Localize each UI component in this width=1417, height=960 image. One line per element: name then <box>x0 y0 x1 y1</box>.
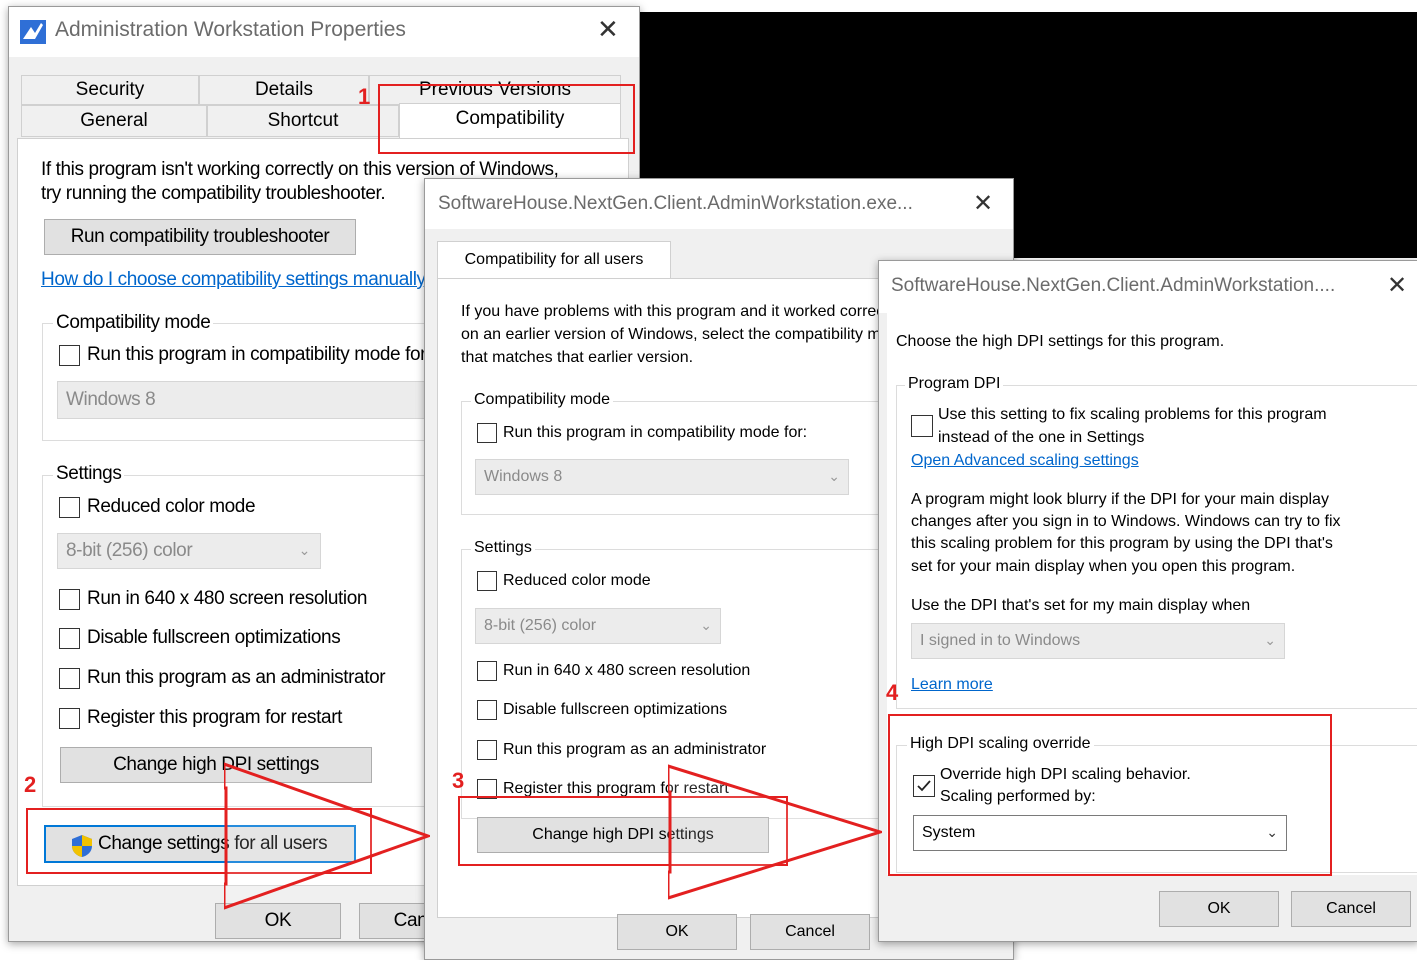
dialog-title: SoftwareHouse.NextGen.Client.AdminWorkst… <box>438 193 913 214</box>
compat-mode-label: Compatibility mode <box>471 391 614 409</box>
use-dpi-label: Use the DPI that's set for my main displ… <box>911 597 1251 614</box>
dialog-title: SoftwareHouse.NextGen.Client.AdminWorkst… <box>891 275 1336 296</box>
register-restart-label: Register this program for restart <box>87 707 342 728</box>
title-bar: SoftwareHouse.NextGen.Client.AdminWorkst… <box>879 261 1417 313</box>
chevron-down-icon: ⌄ <box>1264 633 1276 649</box>
signin-select[interactable]: I signed in to Windows ⌄ <box>911 623 1285 659</box>
color-depth-select[interactable]: 8-bit (256) color ⌄ <box>57 533 321 569</box>
step-number: 3 <box>452 768 465 793</box>
chevron-down-icon: ⌄ <box>828 469 840 485</box>
program-dpi-label: Program DPI <box>905 375 1004 393</box>
program-dpi-checkbox[interactable] <box>911 415 933 437</box>
compat-mode-checkbox-label: Run this program in compatibility mode f… <box>503 424 808 441</box>
tab-compatibility-all-users[interactable]: Compatibility for all users <box>437 241 671 279</box>
tab-general[interactable]: General <box>21 105 207 137</box>
app-icon <box>20 20 46 44</box>
disable-fullscreen-checkbox[interactable] <box>477 700 497 720</box>
compat-mode-checkbox-label: Run this program in compatibility mode f… <box>87 344 431 365</box>
reduced-color-checkbox[interactable] <box>477 571 497 591</box>
arrow-icon <box>224 762 430 910</box>
title-bar: SoftwareHouse.NextGen.Client.AdminWorkst… <box>425 179 1013 229</box>
run-640-label: Run in 640 x 480 screen resolution <box>87 588 368 609</box>
reduced-color-label: Reduced color mode <box>503 572 651 589</box>
arrow-icon <box>668 764 882 900</box>
close-icon[interactable]: ✕ <box>1387 271 1407 299</box>
intro-text: If you have problems with this program a… <box>461 303 901 320</box>
intro-text: that matches that earlier version. <box>461 349 694 366</box>
run-640-checkbox[interactable] <box>477 661 497 681</box>
close-icon[interactable]: ✕ <box>973 189 993 217</box>
run-admin-label: Run this program as an administrator <box>87 667 386 688</box>
chevron-down-icon: ⌄ <box>298 543 311 559</box>
run-troubleshooter-button[interactable]: Run compatibility troubleshooter <box>44 219 356 255</box>
register-restart-checkbox[interactable] <box>59 708 80 729</box>
blurry-text: this scaling problem for this program by… <box>911 535 1333 552</box>
tab-details[interactable]: Details <box>199 75 369 105</box>
intro-text: try running the compatibility troublesho… <box>41 183 386 204</box>
settings-label: Settings <box>471 539 535 557</box>
reduced-color-checkbox[interactable] <box>59 497 80 518</box>
open-scaling-settings-link[interactable]: Open Advanced scaling settings <box>911 452 1139 470</box>
step-number: 4 <box>886 680 899 705</box>
step-number: 1 <box>358 84 371 109</box>
reduced-color-label: Reduced color mode <box>87 496 256 517</box>
run-admin-checkbox[interactable] <box>59 668 80 689</box>
run-640-label: Run in 640 x 480 screen resolution <box>503 662 751 679</box>
blurry-text: changes after you sign in to Windows. Wi… <box>911 513 1341 530</box>
disable-fullscreen-label: Disable fullscreen optimizations <box>87 627 341 648</box>
compat-mode-checkbox[interactable] <box>59 345 80 366</box>
compat-mode-label: Compatibility mode <box>53 312 214 334</box>
program-dpi-checkbox-label: Use this setting to fix scaling problems… <box>938 406 1327 423</box>
step-number: 2 <box>24 772 37 797</box>
program-dpi-checkbox-label: instead of the one in Settings <box>938 429 1145 446</box>
color-depth-select[interactable]: 8-bit (256) color ⌄ <box>475 608 721 644</box>
blurry-text: A program might look blurry if the DPI f… <box>911 491 1329 508</box>
highlight-dpi-override <box>888 714 1332 876</box>
compat-os-select[interactable]: Windows 8 ⌄ <box>475 459 849 495</box>
how-to-choose-link[interactable]: How do I choose compatibility settings m… <box>41 269 436 291</box>
disable-fullscreen-checkbox[interactable] <box>59 628 80 649</box>
dpi-heading: Choose the high DPI settings for this pr… <box>896 333 1225 350</box>
intro-text: on an earlier version of Windows, select… <box>461 326 908 343</box>
compat-mode-checkbox[interactable] <box>477 423 497 443</box>
title-bar: Administration Workstation Properties ✕ <box>9 7 639 57</box>
learn-more-link[interactable]: Learn more <box>911 676 993 694</box>
run-admin-label: Run this program as an administrator <box>503 741 767 758</box>
run-640-checkbox[interactable] <box>59 589 80 610</box>
disable-fullscreen-label: Disable fullscreen optimizations <box>503 701 728 718</box>
run-admin-checkbox[interactable] <box>477 740 497 760</box>
chevron-down-icon: ⌄ <box>700 618 712 634</box>
ok-button[interactable]: OK <box>617 914 737 950</box>
cancel-button[interactable]: Cancel <box>750 914 870 950</box>
blurry-text: set for your main display when you open … <box>911 558 1296 575</box>
dialog-title: Administration Workstation Properties <box>55 18 406 41</box>
close-icon[interactable]: ✕ <box>597 15 619 45</box>
ok-button[interactable]: OK <box>1159 891 1279 927</box>
settings-label: Settings <box>53 463 125 485</box>
tab-security[interactable]: Security <box>21 75 199 105</box>
highlight-compatibility-tab <box>378 84 635 154</box>
cancel-button[interactable]: Cancel <box>1291 891 1411 927</box>
